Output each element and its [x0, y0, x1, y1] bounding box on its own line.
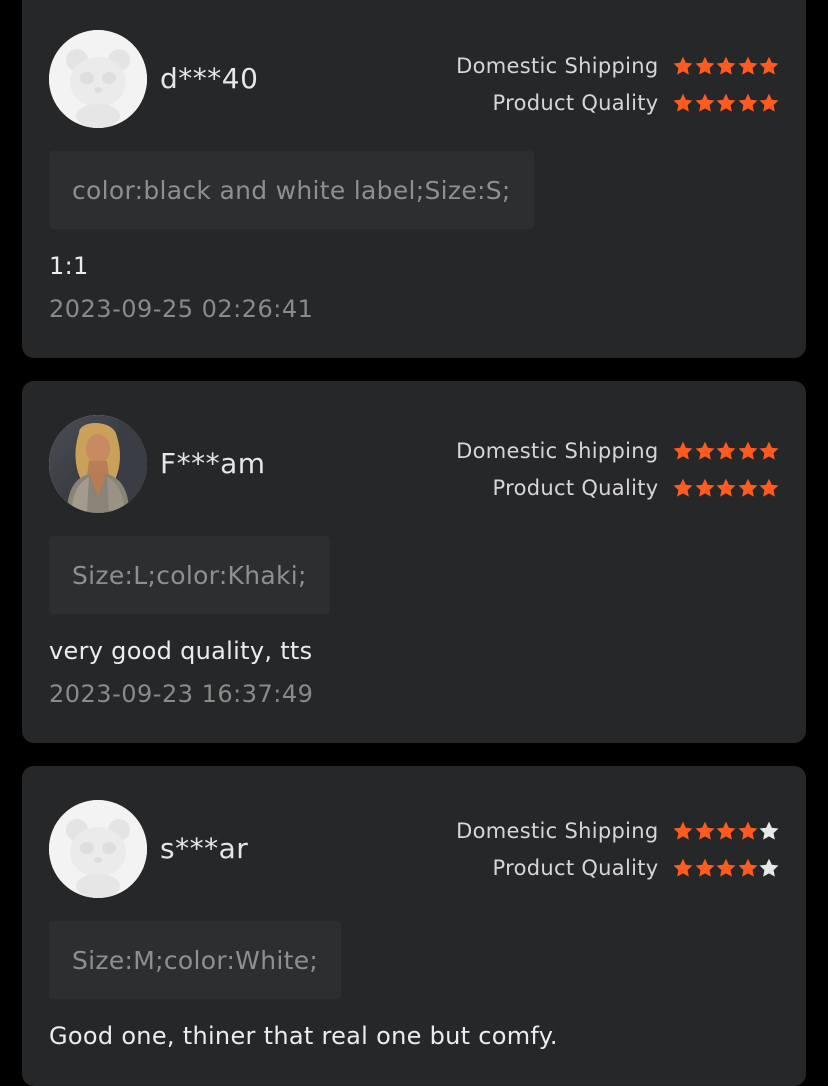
review-date: 2023-09-25 02:26:41: [49, 295, 314, 323]
star-filled-icon: [715, 820, 737, 842]
star-rating: [673, 92, 781, 114]
rating-row-shipping: Domestic Shipping: [456, 47, 780, 84]
review-card: F***am Domestic Shipping Product Quality…: [22, 381, 806, 743]
star-filled-icon: [715, 440, 737, 462]
star-rating: [673, 857, 781, 879]
rating-row-quality: Product Quality: [456, 849, 780, 886]
variant-tag: Size:M;color:White;: [49, 921, 342, 999]
rating-label: Domestic Shipping: [456, 438, 659, 463]
star-filled-icon: [672, 820, 694, 842]
star-filled-icon: [758, 477, 780, 499]
star-rating: [673, 477, 781, 499]
star-filled-icon: [672, 857, 694, 879]
star-filled-icon: [694, 92, 716, 114]
star-filled-icon: [737, 440, 759, 462]
rating-label: Product Quality: [492, 475, 659, 500]
variant-tag: color:black and white label;Size:S;: [49, 151, 534, 229]
user-photo-avatar[interactable]: [49, 415, 147, 513]
review-comment: very good quality, tts: [49, 637, 313, 665]
star-rating: [673, 820, 781, 842]
star-filled-icon: [672, 92, 694, 114]
rating-label: Domestic Shipping: [456, 53, 659, 78]
star-filled-icon: [715, 857, 737, 879]
review-card: d***40 Domestic Shipping Product Quality…: [22, 0, 806, 358]
review-comment: 1:1: [49, 252, 89, 280]
reviewer-name: s***ar: [160, 832, 249, 865]
star-filled-icon: [715, 477, 737, 499]
panda-avatar-icon[interactable]: [49, 30, 147, 128]
reviewer-name: d***40: [160, 62, 259, 95]
star-rating: [673, 55, 781, 77]
star-filled-icon: [694, 820, 716, 842]
star-filled-icon: [737, 92, 759, 114]
variant-tag: Size:L;color:Khaki;: [49, 536, 330, 614]
star-filled-icon: [737, 55, 759, 77]
star-filled-icon: [694, 857, 716, 879]
reviewer-name: F***am: [160, 447, 266, 480]
star-filled-icon: [672, 477, 694, 499]
star-filled-icon: [694, 440, 716, 462]
review-date: 2023-09-23 16:37:49: [49, 680, 314, 708]
ratings-block: Domestic Shipping Product Quality: [456, 812, 780, 886]
rating-label: Domestic Shipping: [456, 818, 659, 843]
star-filled-icon: [694, 477, 716, 499]
rating-row-quality: Product Quality: [456, 469, 780, 506]
star-filled-icon: [737, 857, 759, 879]
ratings-block: Domestic Shipping Product Quality: [456, 432, 780, 506]
star-filled-icon: [737, 477, 759, 499]
star-filled-icon: [672, 55, 694, 77]
rating-label: Product Quality: [492, 855, 659, 880]
star-rating: [673, 440, 781, 462]
star-filled-icon: [758, 92, 780, 114]
ratings-block: Domestic Shipping Product Quality: [456, 47, 780, 121]
star-filled-icon: [694, 55, 716, 77]
rating-label: Product Quality: [492, 90, 659, 115]
star-filled-icon: [758, 55, 780, 77]
rating-row-quality: Product Quality: [456, 84, 780, 121]
review-card: s***ar Domestic Shipping Product Quality…: [22, 766, 806, 1086]
star-filled-icon: [737, 820, 759, 842]
rating-row-shipping: Domestic Shipping: [456, 812, 780, 849]
star-filled-icon: [672, 440, 694, 462]
star-empty-icon: [758, 857, 780, 879]
star-filled-icon: [758, 440, 780, 462]
star-filled-icon: [715, 55, 737, 77]
star-empty-icon: [758, 820, 780, 842]
star-filled-icon: [715, 92, 737, 114]
review-comment: Good one, thiner that real one but comfy…: [49, 1022, 558, 1050]
rating-row-shipping: Domestic Shipping: [456, 432, 780, 469]
panda-avatar-icon[interactable]: [49, 800, 147, 898]
